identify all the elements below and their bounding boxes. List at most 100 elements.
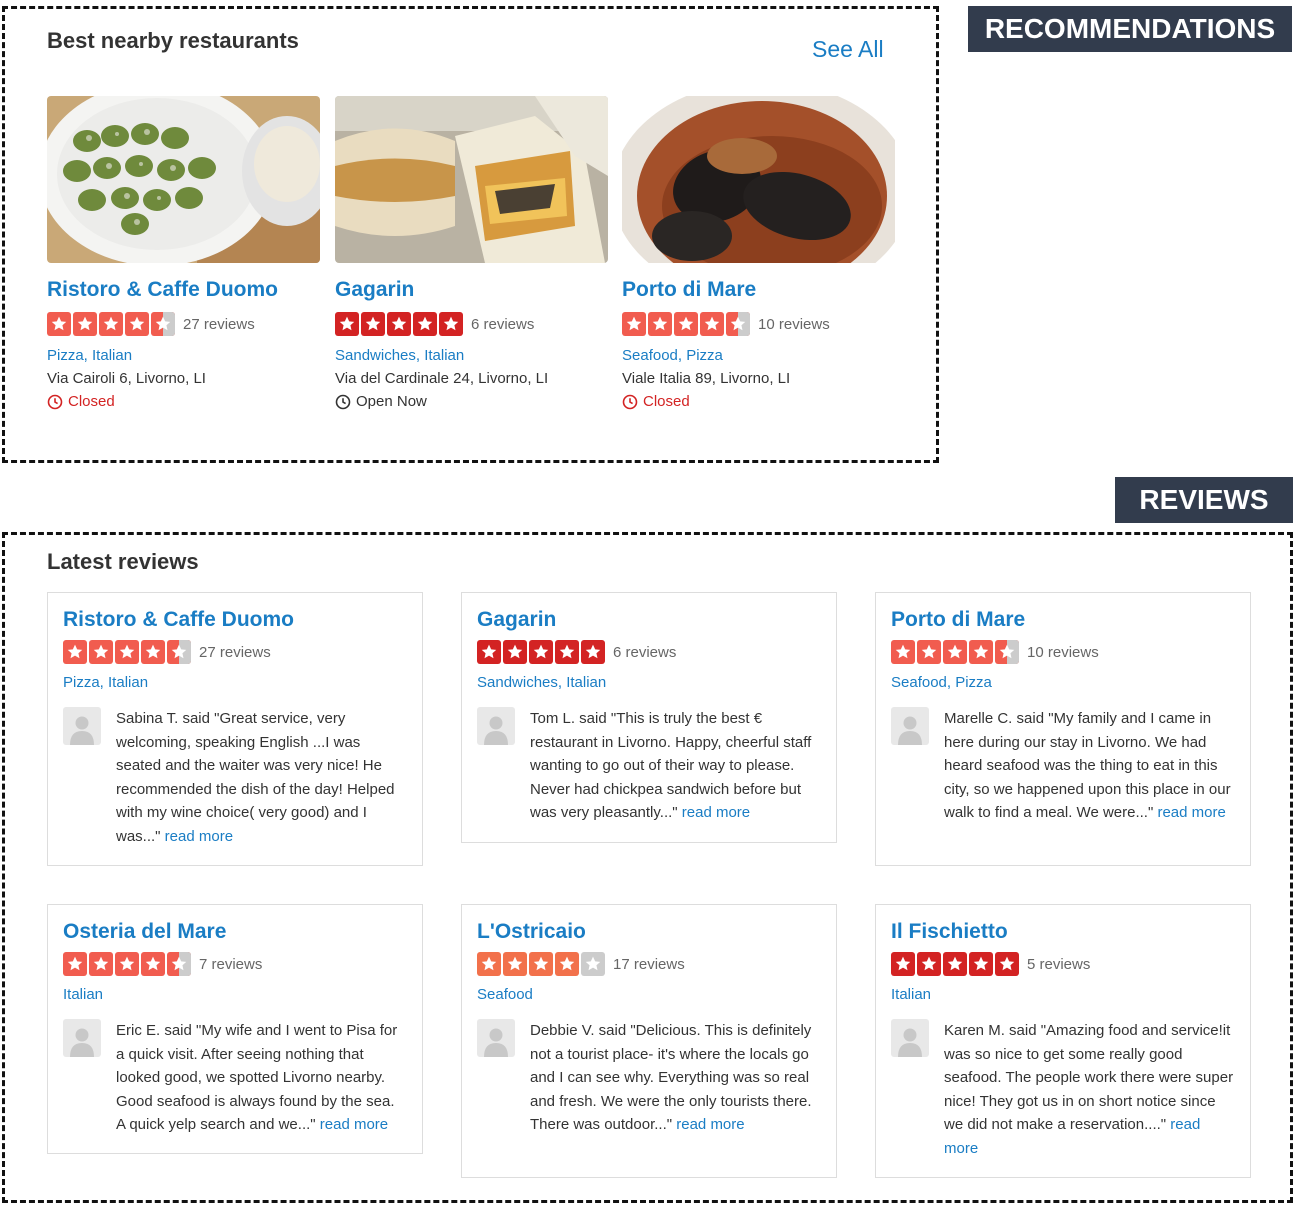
review-card: L'Ostricaio 17 reviews Seafood Debbie V.… — [461, 904, 837, 1178]
star-icon — [47, 312, 71, 336]
user-avatar-icon[interactable] — [477, 1019, 515, 1057]
star-icon — [891, 952, 915, 976]
category-links[interactable]: Pizza, Italian — [47, 346, 320, 366]
read-more-link[interactable]: read more — [165, 828, 233, 845]
recommendations-tag: RECOMMENDATIONS — [968, 6, 1292, 52]
star-icon — [969, 952, 993, 976]
read-more-link[interactable]: read more — [320, 1116, 388, 1133]
read-more-link[interactable]: read more — [676, 1116, 744, 1133]
restaurant-photo-mussels[interactable] — [622, 96, 895, 263]
restaurant-card[interactable]: Ristoro & Caffe Duomo 27 reviews Pizza, … — [47, 96, 320, 412]
star-icon — [917, 640, 941, 664]
star-rating — [622, 312, 750, 336]
star-icon — [89, 952, 113, 976]
user-avatar-icon[interactable] — [477, 707, 515, 745]
restaurant-name-link[interactable]: Ristoro & Caffe Duomo — [47, 277, 320, 303]
review-card: Ristoro & Caffe Duomo 27 reviews Pizza, … — [47, 592, 423, 866]
star-icon — [439, 312, 463, 336]
read-more-link[interactable]: read more — [682, 804, 750, 821]
restaurant-name-link[interactable]: Osteria del Mare — [63, 919, 407, 945]
clock-icon — [622, 394, 638, 410]
star-rating — [47, 312, 175, 336]
review-count: 6 reviews — [471, 315, 535, 333]
restaurant-card[interactable]: Porto di Mare 10 reviews Seafood, Pizza … — [622, 96, 895, 412]
star-icon — [581, 640, 605, 664]
restaurant-card[interactable]: Gagarin 6 reviews Sandwiches, Italian Vi… — [335, 96, 608, 412]
restaurant-name-link[interactable]: Ristoro & Caffe Duomo — [63, 607, 407, 633]
status-closed: Closed — [47, 392, 320, 412]
star-icon — [969, 640, 993, 664]
category-links[interactable]: Italian — [891, 985, 1235, 1005]
status-open: Open Now — [335, 392, 608, 412]
review-count: 6 reviews — [613, 643, 677, 661]
category-links[interactable]: Sandwiches, Italian — [477, 673, 821, 693]
star-rating — [477, 640, 605, 664]
restaurant-photo-sandwich[interactable] — [335, 96, 608, 263]
review-text: Sabina T. said "Great service, very welc… — [116, 710, 395, 845]
status-closed: Closed — [622, 392, 895, 412]
category-links[interactable]: Sandwiches, Italian — [335, 346, 608, 366]
star-icon — [89, 640, 113, 664]
restaurant-photo-gnocchi[interactable] — [47, 96, 320, 263]
star-rating — [63, 952, 191, 976]
restaurant-name-link[interactable]: Il Fischietto — [891, 919, 1235, 945]
category-links[interactable]: Seafood — [477, 985, 821, 1005]
star-icon — [141, 952, 165, 976]
star-icon — [891, 640, 915, 664]
star-icon — [477, 952, 501, 976]
star-icon — [700, 312, 724, 336]
category-links[interactable]: Italian — [63, 985, 407, 1005]
star-icon — [387, 312, 411, 336]
restaurant-name-link[interactable]: Porto di Mare — [622, 277, 895, 303]
reviews-title: Latest reviews — [47, 549, 199, 574]
clock-icon — [47, 394, 63, 410]
review-text: Eric E. said "My wife and I went to Pisa… — [116, 1022, 398, 1133]
star-rating — [335, 312, 463, 336]
review-count: 10 reviews — [758, 315, 830, 333]
review-count: 7 reviews — [199, 955, 263, 973]
star-rating — [477, 952, 605, 976]
user-avatar-icon[interactable] — [63, 707, 101, 745]
review-card: Osteria del Mare 7 reviews Italian Eric … — [47, 904, 423, 1154]
status-text: Open Now — [356, 393, 427, 410]
user-avatar-icon[interactable] — [891, 707, 929, 745]
review-count: 27 reviews — [183, 315, 255, 333]
status-text: Closed — [68, 393, 115, 410]
star-icon — [648, 312, 672, 336]
review-card: Porto di Mare 10 reviews Seafood, Pizza … — [875, 592, 1251, 866]
review-card: Gagarin 6 reviews Sandwiches, Italian To… — [461, 592, 837, 843]
star-icon — [73, 312, 97, 336]
star-icon — [555, 952, 579, 976]
star-icon — [167, 640, 191, 664]
restaurant-name-link[interactable]: L'Ostricaio — [477, 919, 821, 945]
restaurant-name-link[interactable]: Gagarin — [477, 607, 821, 633]
star-icon — [335, 312, 359, 336]
review-text: Tom L. said "This is truly the best € re… — [530, 710, 812, 821]
star-icon — [726, 312, 750, 336]
star-icon — [503, 640, 527, 664]
category-links[interactable]: Seafood, Pizza — [622, 346, 895, 366]
review-text: Marelle C. said "My family and I came in… — [944, 710, 1231, 821]
user-avatar-icon[interactable] — [891, 1019, 929, 1057]
star-icon — [151, 312, 175, 336]
category-links[interactable]: Seafood, Pizza — [891, 673, 1235, 693]
review-text: Karen M. said "Amazing food and service!… — [944, 1022, 1234, 1157]
review-count: 10 reviews — [1027, 643, 1099, 661]
star-icon — [674, 312, 698, 336]
star-icon — [167, 952, 191, 976]
read-more-link[interactable]: read more — [1157, 804, 1225, 821]
see-all-link[interactable]: See All — [812, 36, 884, 63]
restaurant-name-link[interactable]: Gagarin — [335, 277, 608, 303]
review-count: 17 reviews — [613, 955, 685, 973]
category-links[interactable]: Pizza, Italian — [63, 673, 407, 693]
restaurant-name-link[interactable]: Porto di Mare — [891, 607, 1235, 633]
user-avatar-icon[interactable] — [63, 1019, 101, 1057]
star-icon — [115, 640, 139, 664]
star-icon — [622, 312, 646, 336]
star-icon — [917, 952, 941, 976]
reviews-tag: REVIEWS — [1115, 477, 1293, 523]
star-icon — [555, 640, 579, 664]
star-icon — [63, 952, 87, 976]
star-icon — [141, 640, 165, 664]
star-icon — [115, 952, 139, 976]
